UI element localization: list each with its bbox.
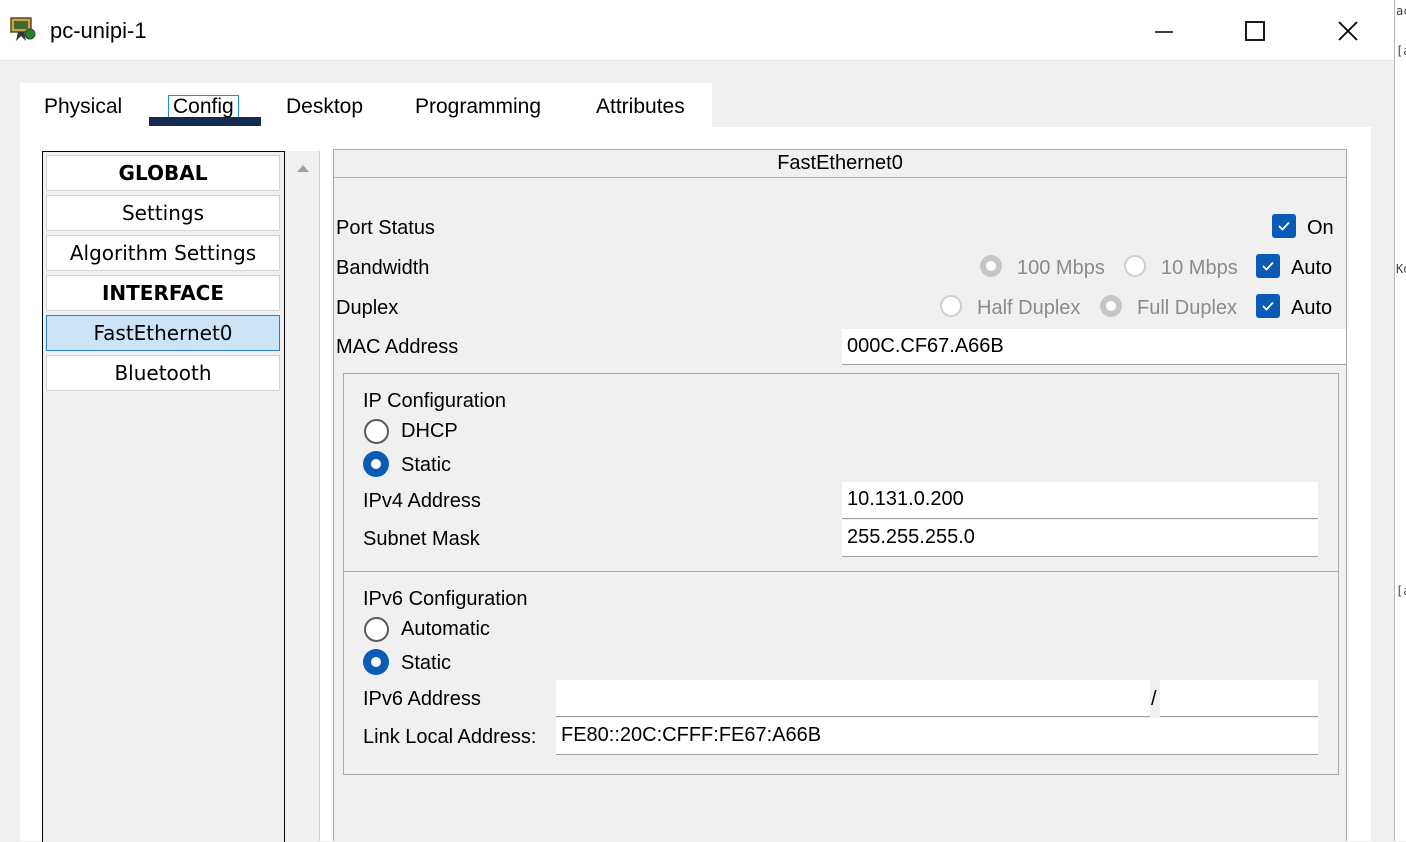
ipv6-address-field[interactable] (556, 680, 1150, 717)
interface-title: FastEthernet0 (334, 150, 1346, 178)
half-duplex-label: Half Duplex (977, 297, 1081, 319)
half-duplex-radio[interactable] (940, 295, 962, 317)
minimize-button[interactable] (1141, 12, 1187, 50)
mac-address-label: MAC Address (336, 336, 459, 358)
minimize-icon (1155, 31, 1173, 33)
bandwidth-auto-label: Auto (1291, 257, 1333, 279)
ip-configuration-title: IP Configuration (363, 390, 507, 412)
scroll-up-arrow-icon[interactable] (297, 165, 309, 172)
tab-attributes[interactable]: Attributes (596, 93, 685, 121)
sidebar-header-interface: INTERFACE (46, 275, 280, 311)
subnet-mask-label: Subnet Mask (363, 528, 480, 550)
full-duplex-radio[interactable] (1100, 295, 1122, 317)
close-icon (1338, 21, 1358, 41)
bandwidth-auto-checkbox[interactable] (1256, 254, 1280, 278)
maximize-button[interactable] (1232, 12, 1278, 50)
duplex-auto-checkbox[interactable] (1256, 294, 1280, 318)
bandwidth-100-radio[interactable] (980, 255, 1002, 277)
ipv6-address-label: IPv6 Address (363, 688, 481, 710)
tab-desktop[interactable]: Desktop (286, 93, 363, 121)
ipv6-static-radio[interactable] (363, 649, 389, 675)
sidebar-item-settings[interactable]: Settings (46, 195, 280, 231)
bandwidth-10-radio[interactable] (1124, 255, 1146, 277)
tab-config[interactable]: Config (168, 95, 239, 119)
sidebar-item-fastethernet0[interactable]: FastEthernet0 (46, 315, 280, 351)
dhcp-label: DHCP (401, 420, 458, 442)
ipv6-static-label: Static (401, 652, 452, 674)
ipv6-prefix-field[interactable] (1160, 680, 1318, 717)
ipv4-address-field[interactable]: 10.131.0.200 (842, 482, 1318, 519)
full-duplex-label: Full Duplex (1137, 297, 1238, 319)
tab-physical[interactable]: Physical (44, 93, 122, 121)
checkmark-icon (1262, 261, 1274, 271)
ipv4-static-radio[interactable] (363, 451, 389, 477)
ipv6-automatic-radio[interactable] (364, 617, 389, 642)
ipv6-prefix-separator: / (1151, 688, 1157, 710)
window-title: pc-unipi-1 (50, 18, 147, 43)
active-tab-indicator (149, 117, 261, 126)
link-local-address-label: Link Local Address: (363, 726, 537, 748)
port-status-label: Port Status (336, 217, 435, 239)
ipv4-static-label: Static (401, 454, 452, 476)
network-device-icon (8, 14, 38, 44)
ipv6-configuration-title: IPv6 Configuration (363, 588, 528, 610)
sidebar-item-algorithm-settings[interactable]: Algorithm Settings (46, 235, 280, 271)
subnet-mask-field[interactable]: 255.255.255.0 (842, 520, 1318, 557)
checkmark-icon (1262, 301, 1274, 311)
duplex-label: Duplex (336, 297, 399, 319)
link-local-address-field[interactable]: FE80::20C:CFFF:FE67:A66B (556, 718, 1318, 755)
ipv4-address-label: IPv4 Address (363, 490, 481, 512)
sidebar-item-bluetooth[interactable]: Bluetooth (46, 355, 280, 391)
sidebar-scrollbar[interactable] (285, 151, 320, 841)
ipv6-automatic-label: Automatic (401, 618, 490, 640)
port-status-on-label: On (1307, 217, 1334, 239)
close-button[interactable] (1325, 12, 1371, 50)
mac-address-field[interactable]: 000C.CF67.A66B (842, 329, 1346, 365)
port-status-checkbox[interactable] (1272, 214, 1296, 238)
bandwidth-label: Bandwidth (336, 257, 430, 279)
bandwidth-100-label: 100 Mbps (1017, 257, 1105, 279)
maximize-icon (1245, 21, 1265, 41)
duplex-auto-label: Auto (1291, 297, 1333, 319)
tab-programming[interactable]: Programming (415, 93, 541, 121)
checkmark-icon (1278, 221, 1290, 231)
background-window-edge: ac [a Ko [a (1394, 0, 1406, 841)
dhcp-radio[interactable] (364, 419, 389, 444)
sidebar-header-global: GLOBAL (46, 155, 280, 191)
bandwidth-10-label: 10 Mbps (1161, 257, 1238, 279)
